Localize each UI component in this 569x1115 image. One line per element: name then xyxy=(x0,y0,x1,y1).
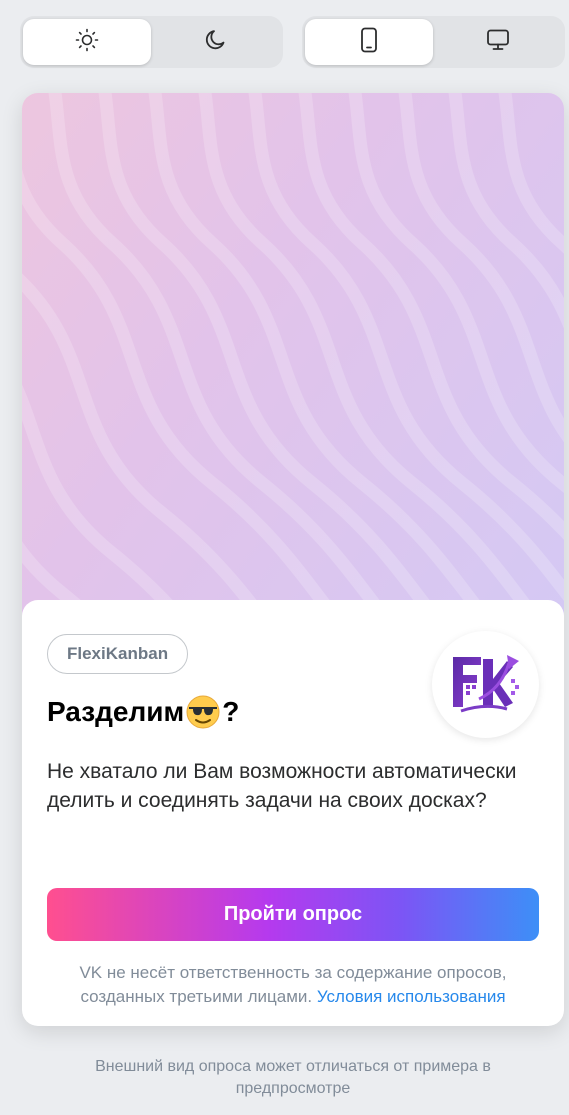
desktop-preview-option[interactable] xyxy=(434,19,562,65)
survey-description: Не хватало ли Вам возможности автоматиче… xyxy=(47,760,517,812)
survey-title: Разделим ? xyxy=(47,694,239,730)
device-switch xyxy=(302,16,565,68)
disclaimer: VK не несёт ответственность за содержани… xyxy=(37,961,549,1009)
brand-logo xyxy=(432,631,539,738)
light-theme-option[interactable] xyxy=(23,19,151,65)
desktop-icon xyxy=(485,27,511,58)
mobile-preview-option[interactable] xyxy=(305,19,433,65)
survey-sheet: FlexiKanban Разделим ? Не хватало ли Вам… xyxy=(22,600,564,1026)
sun-icon xyxy=(74,27,100,58)
flexikanban-logo-icon xyxy=(449,649,523,720)
survey-title-text: Разделим xyxy=(47,696,185,727)
preview-footnote: Внешний вид опроса может отличаться от п… xyxy=(95,1058,491,1097)
dark-theme-option[interactable] xyxy=(152,19,280,65)
brand-chip[interactable]: FlexiKanban xyxy=(47,634,189,674)
survey-preview-card: FlexiKanban Разделим ? Не хватало ли Вам… xyxy=(22,93,564,1026)
terms-of-use-link[interactable]: Условия использования xyxy=(317,987,506,1006)
sunglasses-emoji-icon xyxy=(185,694,221,730)
phone-icon xyxy=(357,27,381,58)
cover-image xyxy=(22,93,564,633)
moon-icon xyxy=(203,27,229,58)
survey-title-suffix: ? xyxy=(222,696,240,727)
theme-switch xyxy=(20,16,283,68)
take-survey-button[interactable]: Пройти опрос xyxy=(47,888,539,941)
